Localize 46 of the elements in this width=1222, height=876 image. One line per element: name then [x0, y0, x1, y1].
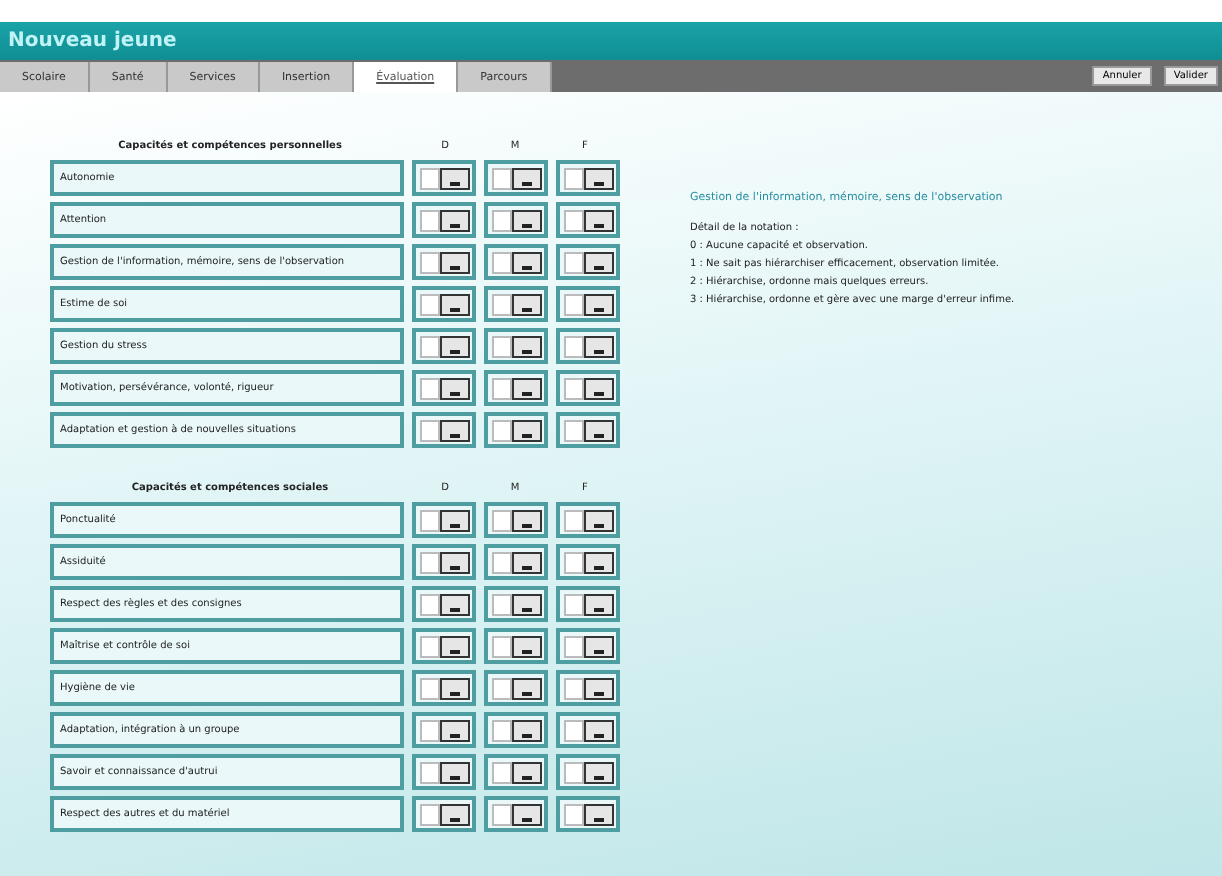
- rating-toggle[interactable]: [556, 544, 620, 580]
- rating-toggle[interactable]: [484, 328, 548, 364]
- rating-toggle[interactable]: [556, 370, 620, 406]
- rating-toggle[interactable]: [412, 754, 476, 790]
- rating-toggle[interactable]: [556, 628, 620, 664]
- rating-toggle[interactable]: [484, 160, 548, 196]
- rating-toggle[interactable]: [484, 586, 548, 622]
- rating-toggle[interactable]: [556, 754, 620, 790]
- window-title: Nouveau jeune: [8, 30, 177, 52]
- rating-toggle[interactable]: [484, 244, 548, 280]
- rating-toggle[interactable]: [556, 502, 620, 538]
- rating-toggle[interactable]: [412, 796, 476, 832]
- rating-toggle[interactable]: [412, 370, 476, 406]
- rating-toggle[interactable]: [556, 412, 620, 448]
- rating-toggle[interactable]: [556, 796, 620, 832]
- rating-toggle[interactable]: [484, 796, 548, 832]
- rating-toggle[interactable]: [556, 670, 620, 706]
- rating-toggle[interactable]: [484, 202, 548, 238]
- rating-toggle[interactable]: [412, 202, 476, 238]
- rating-toggle[interactable]: [484, 370, 548, 406]
- rating-toggle[interactable]: [412, 328, 476, 364]
- rating-toggle[interactable]: [556, 712, 620, 748]
- rating-toggle[interactable]: [412, 286, 476, 322]
- rating-toggle[interactable]: [556, 160, 620, 196]
- rating-toggle[interactable]: [412, 670, 476, 706]
- rating-toggle[interactable]: [484, 712, 548, 748]
- rating-toggle[interactable]: [412, 412, 476, 448]
- rating-toggle[interactable]: [484, 544, 548, 580]
- rating-toggle[interactable]: [412, 628, 476, 664]
- rating-toggle[interactable]: [412, 160, 476, 196]
- rating-toggle[interactable]: [556, 202, 620, 238]
- rating-toggle[interactable]: [484, 754, 548, 790]
- rating-toggle[interactable]: [556, 328, 620, 364]
- rating-toggle[interactable]: [556, 244, 620, 280]
- rating-toggle[interactable]: [412, 544, 476, 580]
- rating-toggle[interactable]: [484, 412, 548, 448]
- rating-toggle[interactable]: [484, 502, 548, 538]
- rating-toggle[interactable]: [412, 712, 476, 748]
- rating-toggle[interactable]: [412, 244, 476, 280]
- rating-toggle[interactable]: [412, 502, 476, 538]
- rating-toggle[interactable]: [412, 586, 476, 622]
- rating-toggle[interactable]: [484, 670, 548, 706]
- rating-toggle[interactable]: [556, 586, 620, 622]
- rating-toggle[interactable]: [556, 286, 620, 322]
- rating-toggle[interactable]: [484, 628, 548, 664]
- rating-toggle[interactable]: [484, 286, 548, 322]
